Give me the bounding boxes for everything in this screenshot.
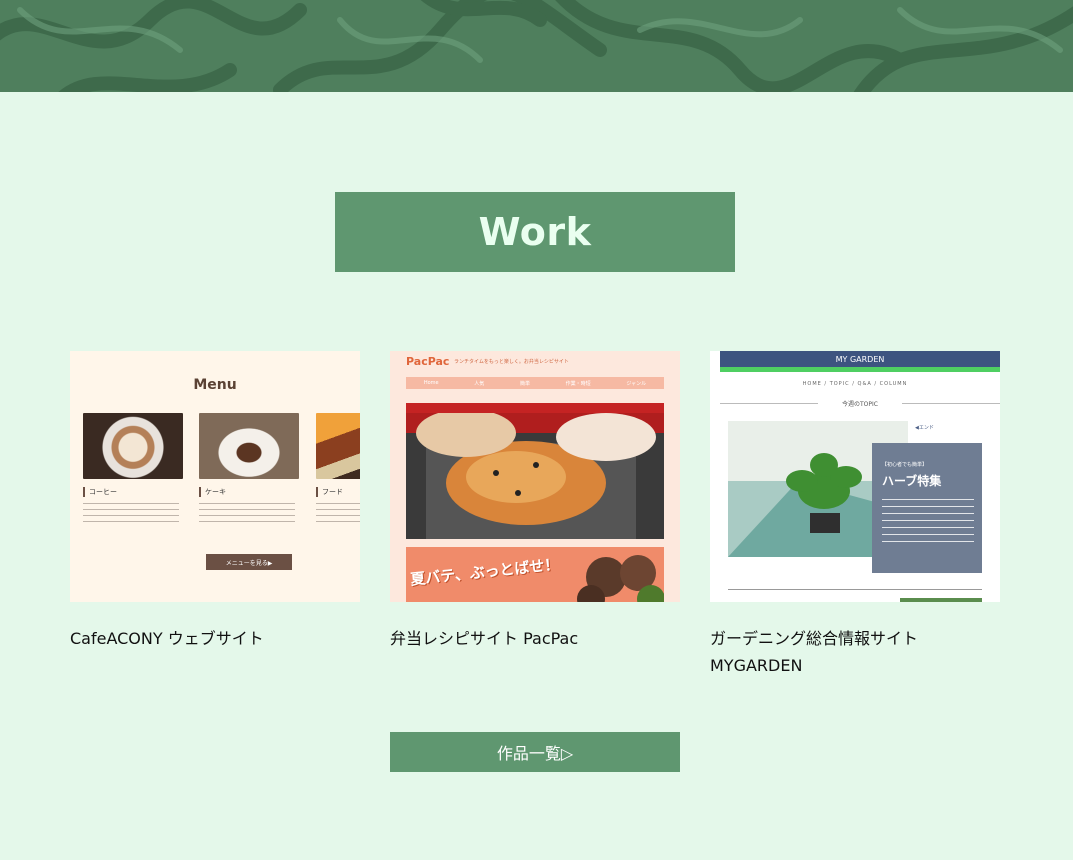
thumb-item-name: フード (316, 487, 360, 497)
work-card-mygarden[interactable]: MY GARDEN HOME / TOPIC / Q&A / COLUMN 今週… (710, 351, 1000, 679)
work-section-title: Work (335, 192, 735, 272)
thumb-nav-item: 簡単 (519, 380, 530, 387)
thumb-topic-heading: 今週のTOPIC (720, 399, 1000, 408)
thumb-accent-line (720, 367, 1000, 372)
work-card-cafe[interactable]: Menu コーヒー ケーキ フード メニューを見る▶ CafeACONY ウェブ… (70, 351, 360, 652)
thumb-new-label: ◀エンド (915, 425, 934, 431)
thumb-nav-item: Home (423, 380, 439, 386)
work-thumbnail-mygarden[interactable]: MY GARDEN HOME / TOPIC / Q&A / COLUMN 今週… (710, 351, 1000, 602)
thumb-divider (728, 589, 982, 590)
thumb-nav-item: ジャンル (626, 380, 647, 387)
thumb-item-text (199, 503, 295, 525)
thumb-menu-title: Menu (193, 377, 237, 393)
thumb-panel-text (882, 499, 974, 543)
thumb-site-title: MY GARDEN (720, 351, 1000, 367)
thumb-summer-banner: 夏バテ、ぶっとばせ！ (406, 547, 664, 602)
thumb-small-image (900, 598, 982, 602)
thumb-menu-item: フード (316, 413, 360, 525)
thumb-menu-item: コーヒー (83, 413, 183, 525)
view-all-works-button[interactable]: 作品一覧▷ (390, 732, 680, 772)
header-banner-pattern (0, 0, 1073, 92)
thumb-menu-item: ケーキ (199, 413, 299, 525)
thumb-panel-subtitle: 【初心者でも簡単】 (882, 462, 928, 468)
bento-photo (406, 403, 664, 539)
thumb-item-name: ケーキ (199, 487, 299, 497)
work-card-pacpac[interactable]: PacPac ランチタイムをもっと楽しく。お弁当レシピサイト Home 人気 簡… (390, 351, 680, 652)
thumb-nav: HOME / TOPIC / Q&A / COLUMN (802, 381, 908, 387)
work-caption[interactable]: CafeACONY ウェブサイト (70, 625, 360, 652)
thumb-menu-button: メニューを見る▶ (206, 554, 292, 570)
thumb-item-text (83, 503, 179, 525)
food-photo (316, 413, 360, 479)
thumb-nav-item: 作業・時短 (565, 380, 591, 387)
work-thumbnail-cafe[interactable]: Menu コーヒー ケーキ フード メニューを見る▶ (70, 351, 360, 602)
thumb-item-text (316, 503, 360, 525)
thumb-panel-title: ハーブ特集 (882, 474, 942, 488)
thumb-feature-panel: 【初心者でも簡単】 ハーブ特集 (872, 443, 982, 573)
thumb-item-name: コーヒー (83, 487, 183, 497)
cake-photo (199, 413, 299, 479)
thumb-tagline: ランチタイムをもっと楽しく。お弁当レシピサイト (454, 359, 569, 365)
work-caption[interactable]: ガーデニング総合情報サイト MYGARDEN (710, 625, 1000, 679)
work-caption[interactable]: 弁当レシピサイト PacPac (390, 625, 680, 652)
thumb-logo: PacPac (406, 355, 450, 368)
thumb-nav-item: 人気 (474, 380, 485, 387)
coffee-photo (83, 413, 183, 479)
thumb-nav: Home 人気 簡単 作業・時短 ジャンル (406, 377, 664, 389)
work-thumbnail-pacpac[interactable]: PacPac ランチタイムをもっと楽しく。お弁当レシピサイト Home 人気 簡… (390, 351, 680, 602)
